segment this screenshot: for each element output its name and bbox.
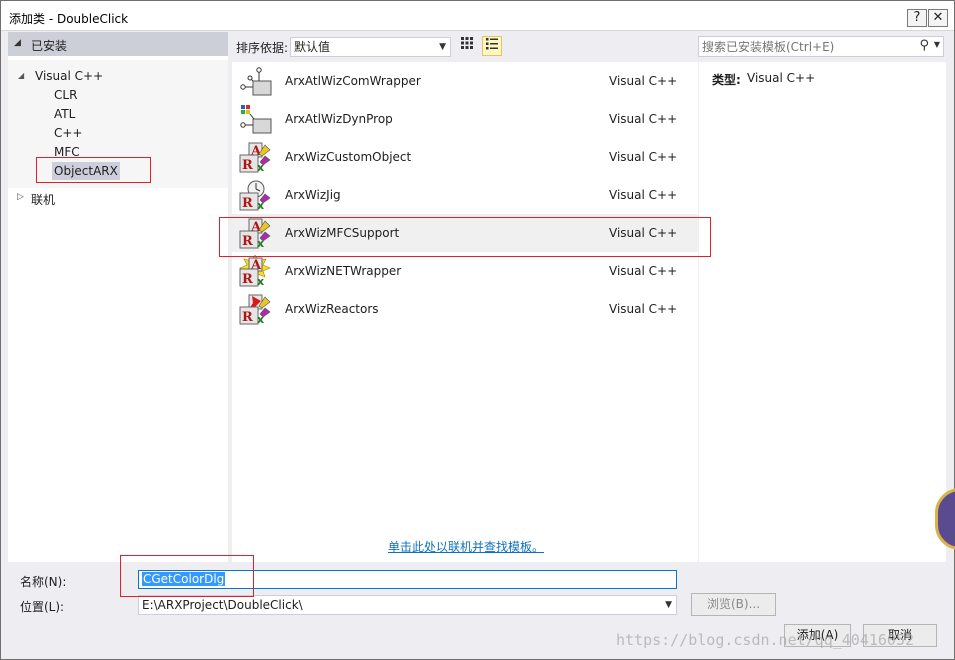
sort-label: 排序依据:	[236, 41, 289, 55]
template-name: ArxWizCustomObject	[285, 150, 412, 164]
template-language: Visual C++	[609, 150, 678, 164]
title-bar: 添加类 - DoubleClick ? ✕	[1, 1, 954, 31]
template-language: Visual C++	[609, 188, 678, 202]
name-label: 名称(N):	[20, 575, 67, 589]
template-name: ArxWizReactors	[285, 302, 379, 316]
template-language: Visual C++	[609, 264, 678, 278]
location-label: 位置(L):	[20, 600, 65, 614]
annotation-box-classname	[120, 555, 254, 597]
chevron-down-icon: ▼	[665, 600, 672, 610]
template-row-customobject[interactable]: A R x ArxWizCustomObject Visual C++	[232, 138, 698, 176]
find-templates-online-link[interactable]: 单击此处以联机并查找模板。	[388, 538, 544, 555]
close-button[interactable]: ✕	[928, 9, 948, 27]
type-value: Visual C++	[747, 71, 816, 85]
chevron-down-icon: ▼	[439, 42, 446, 52]
grid-view-button[interactable]	[457, 36, 477, 56]
category-pane: ◢ 已安装 ◢ Visual C++ CLR ATL C++ MFC Objec…	[8, 32, 228, 562]
template-row-netwrapper[interactable]: A R x ArxWizNETWrapper Visual C++	[232, 252, 698, 290]
template-row-jig[interactable]: R x ArxWizJig Visual C++	[232, 176, 698, 214]
location-dropdown[interactable]: E:\ARXProject\DoubleClick\ ▼	[138, 595, 677, 615]
tree-item-online[interactable]: ▷ 联机	[8, 188, 228, 210]
expand-arrow-icon: ▷	[17, 192, 24, 202]
browse-button[interactable]: 浏览(B)...	[691, 593, 776, 616]
template-list: ArxAtlWizComWrapper Visual C++ ArxAtlWiz…	[232, 62, 698, 562]
online-label: 联机	[31, 193, 56, 207]
installed-header[interactable]: ◢ 已安装	[8, 32, 228, 56]
template-language: Visual C++	[609, 302, 678, 316]
search-box[interactable]: ⚲ ▼	[698, 36, 944, 57]
annotation-box-mfcsupport	[219, 217, 711, 257]
template-row-dynprop[interactable]: ArxAtlWizDynProp Visual C++	[232, 100, 698, 138]
list-view-icon	[486, 38, 498, 50]
template-language: Visual C++	[609, 112, 678, 126]
search-icon[interactable]: ⚲	[919, 38, 929, 53]
tree-item-label: Visual C++	[35, 69, 104, 83]
grid-view-icon	[461, 37, 473, 49]
template-name: ArxAtlWizDynProp	[285, 112, 393, 126]
chevron-down-icon[interactable]: ▼	[934, 40, 940, 49]
tree-item-clr[interactable]: CLR	[54, 86, 77, 104]
svg-text:x: x	[257, 275, 264, 287]
help-button[interactable]: ?	[907, 9, 927, 27]
arx-jig-icon: R x	[239, 180, 271, 211]
watermark: https://blog.csdn.net/qq_40416052	[616, 631, 915, 649]
template-name: ArxWizJig	[285, 188, 341, 202]
template-row-reactors[interactable]: R x ArxWizReactors Visual C++	[232, 290, 698, 328]
template-language: Visual C++	[609, 74, 678, 88]
location-value: E:\ARXProject\DoubleClick\	[142, 598, 303, 612]
installed-label: 已安装	[31, 39, 68, 53]
template-row-comwrapper[interactable]: ArxAtlWizComWrapper Visual C++	[232, 62, 698, 100]
arx-wizard-icon: A R x	[239, 142, 271, 173]
tree-item-cpp[interactable]: C++	[54, 124, 83, 142]
com-wrapper-icon	[240, 67, 272, 96]
window-title: 添加类 - DoubleClick	[9, 12, 129, 26]
svg-text:R: R	[242, 310, 253, 325]
arx-reactor-icon: R x	[239, 294, 271, 325]
dyn-prop-icon	[240, 105, 272, 134]
sort-value: 默认值	[294, 40, 331, 54]
list-view-button[interactable]	[482, 36, 502, 56]
details-pane: 类型: Visual C++	[699, 62, 946, 562]
add-class-dialog: 添加类 - DoubleClick ? ✕ ◢ 已安装 ◢ Visual C++…	[0, 0, 955, 660]
type-label: 类型:	[712, 73, 741, 87]
annotation-box-objectarx	[36, 157, 151, 183]
svg-text:R: R	[242, 196, 253, 211]
svg-text:R: R	[242, 272, 253, 287]
template-name: ArxAtlWizComWrapper	[285, 74, 421, 88]
collapse-arrow-icon: ◢	[14, 38, 21, 48]
arx-net-icon: A R x	[239, 255, 271, 287]
tree-item-atl[interactable]: ATL	[54, 105, 75, 123]
expand-arrow-icon: ◢	[18, 71, 25, 80]
search-input[interactable]	[702, 39, 912, 54]
svg-text:R: R	[242, 158, 253, 173]
sort-dropdown[interactable]: 默认值 ▼	[290, 37, 451, 57]
template-name: ArxWizNETWrapper	[285, 264, 402, 278]
tree-item-visual-cpp[interactable]: ◢ Visual C++	[18, 67, 104, 85]
